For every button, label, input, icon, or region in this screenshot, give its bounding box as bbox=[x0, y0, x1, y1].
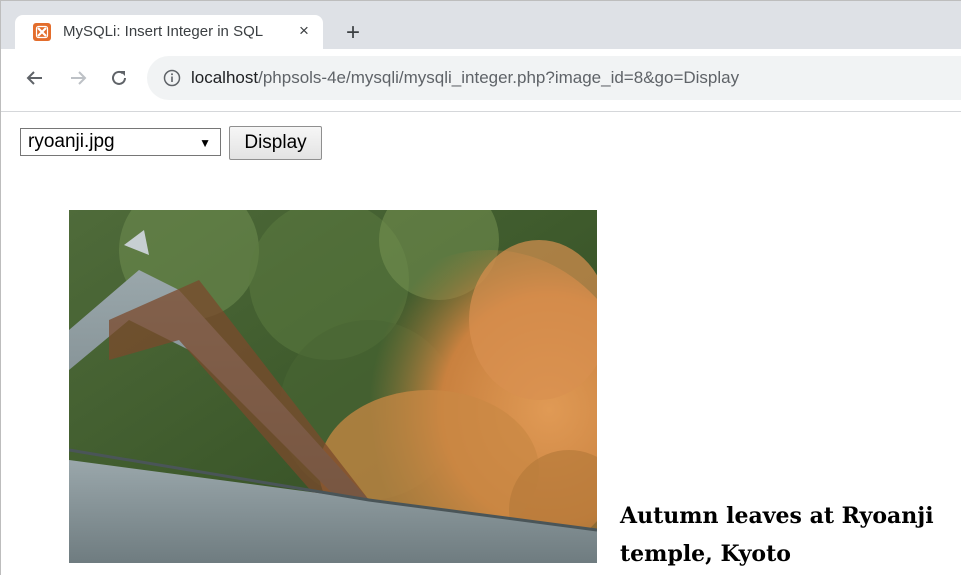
display-button[interactable]: Display bbox=[229, 126, 322, 160]
address-bar[interactable]: localhost/phpsols-4e/mysqli/mysqli_integ… bbox=[147, 56, 961, 100]
close-tab-icon[interactable]: × bbox=[293, 20, 315, 42]
url-path: /phpsols-4e/mysqli/mysqli_integer.php?im… bbox=[258, 68, 740, 87]
forward-arrow-icon bbox=[71, 71, 87, 85]
browser-window: MySQLi: Insert Integer in SQL × + localh… bbox=[0, 0, 961, 576]
info-icon[interactable] bbox=[163, 69, 181, 87]
xampp-favicon-icon bbox=[33, 23, 51, 41]
forward-button[interactable] bbox=[61, 61, 95, 95]
url-text[interactable]: localhost/phpsols-4e/mysqli/mysqli_integ… bbox=[191, 68, 739, 88]
page-content: ryoanji.jpg ▼ Display Autumn leaves at R… bbox=[1, 112, 961, 576]
back-arrow-icon bbox=[26, 71, 42, 85]
browser-toolbar: localhost/phpsols-4e/mysqli/mysqli_integ… bbox=[1, 49, 961, 112]
reload-icon bbox=[112, 70, 126, 85]
ryoanji-temple-photo bbox=[69, 210, 597, 563]
select-value: ryoanji.jpg bbox=[28, 131, 115, 152]
tab-title: MySQLi: Insert Integer in SQL bbox=[63, 23, 264, 40]
reload-button[interactable] bbox=[102, 61, 136, 95]
tab-strip: MySQLi: Insert Integer in SQL × + bbox=[1, 1, 961, 49]
image-caption: Autumn leaves at Ryoanji temple, Kyoto bbox=[620, 503, 934, 567]
back-button[interactable] bbox=[18, 61, 52, 95]
image-select[interactable]: ryoanji.jpg ▼ bbox=[20, 128, 221, 156]
new-tab-button[interactable]: + bbox=[339, 20, 367, 48]
url-host: localhost bbox=[191, 68, 259, 87]
dropdown-arrow-icon: ▼ bbox=[199, 136, 211, 150]
tab-active[interactable]: MySQLi: Insert Integer in SQL × bbox=[15, 15, 323, 49]
